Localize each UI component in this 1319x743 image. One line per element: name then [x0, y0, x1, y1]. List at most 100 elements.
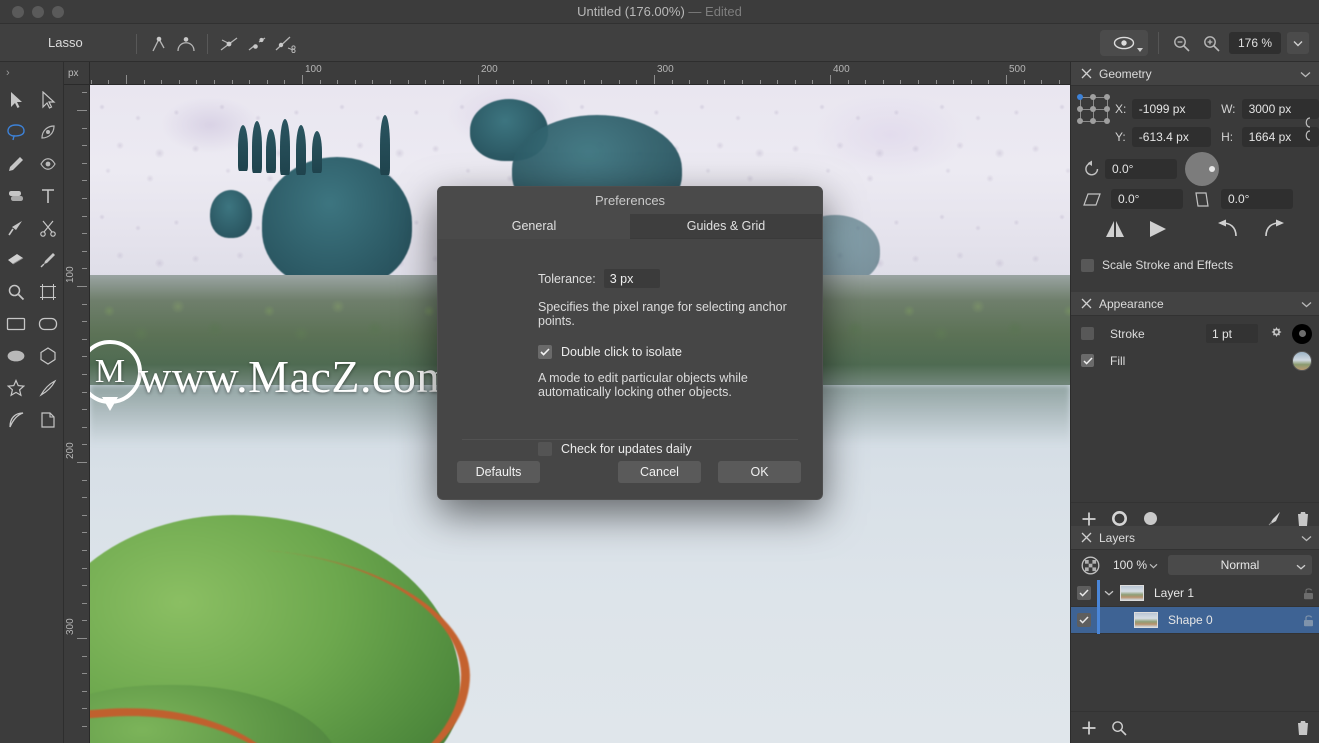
anchor-point-selector[interactable]	[1077, 92, 1111, 126]
horizontal-ruler[interactable]: 100 200 300 400 500	[90, 62, 1070, 85]
stroke-circle-icon[interactable]	[1111, 510, 1128, 527]
layer-visibility-toggle[interactable]	[1071, 613, 1097, 627]
stroke-width-input[interactable]: 1 pt	[1206, 324, 1258, 343]
cut-curve-icon[interactable]	[272, 33, 298, 55]
zoom-tool[interactable]	[0, 276, 32, 308]
pen-tool[interactable]	[32, 116, 64, 148]
ruler-unit-label[interactable]: px	[64, 62, 90, 85]
zoom-in-icon[interactable]	[1199, 31, 1223, 55]
scissors-tool[interactable]	[32, 212, 64, 244]
fill-color-swatch[interactable]	[1292, 350, 1312, 371]
rotate-counterclockwise-icon[interactable]	[1209, 215, 1249, 243]
scale-stroke-checkbox[interactable]	[1081, 258, 1094, 272]
chevron-down-icon[interactable]	[1149, 558, 1158, 572]
eraser-tool[interactable]	[0, 244, 32, 276]
lasso-tool[interactable]	[0, 116, 32, 148]
scale-stroke-row[interactable]: Scale Stroke and Effects	[1071, 252, 1319, 278]
rotation-input[interactable]: 0.0°	[1105, 159, 1177, 179]
layer-visibility-toggle[interactable]	[1071, 586, 1097, 600]
fill-tool[interactable]	[0, 180, 32, 212]
gear-icon[interactable]	[1266, 326, 1286, 341]
color-picker-tool[interactable]	[32, 244, 64, 276]
appearance-panel-header[interactable]: Appearance	[1071, 292, 1319, 316]
pencil-tool[interactable]	[0, 148, 32, 180]
search-icon[interactable]	[1111, 720, 1127, 736]
page-tool[interactable]	[32, 404, 64, 436]
chevron-down-icon[interactable]	[1301, 297, 1312, 311]
shear-y-input[interactable]: 0.0°	[1221, 189, 1293, 209]
rotate-clockwise-icon[interactable]	[1253, 215, 1293, 243]
layers-panel-header[interactable]: Layers	[1071, 526, 1319, 550]
sharp-corner-node-icon[interactable]	[145, 33, 171, 55]
rectangle-tool[interactable]	[0, 308, 32, 340]
trash-icon[interactable]	[1296, 510, 1310, 527]
broom-icon[interactable]	[1265, 510, 1282, 527]
chevron-down-icon[interactable]	[1296, 559, 1306, 573]
flip-vertical-icon[interactable]	[1139, 215, 1179, 243]
close-icon[interactable]	[1079, 297, 1093, 311]
tab-general[interactable]: General	[438, 214, 630, 239]
rounded-rectangle-tool[interactable]	[32, 308, 64, 340]
chevron-down-icon[interactable]	[1300, 67, 1311, 81]
opacity-input[interactable]: 100 %	[1107, 555, 1163, 575]
defaults-button[interactable]: Defaults	[457, 461, 540, 483]
cusp-node-icon[interactable]	[216, 33, 242, 55]
break-curve-icon[interactable]	[244, 33, 270, 55]
star-tool[interactable]	[0, 372, 32, 404]
blend-mode-select[interactable]: Normal	[1168, 555, 1312, 575]
ok-button[interactable]: OK	[718, 461, 801, 483]
opacity-checker-icon[interactable]	[1079, 554, 1101, 576]
cancel-button[interactable]: Cancel	[618, 461, 701, 483]
vertical-ruler[interactable]: 100200300400	[64, 85, 90, 743]
rotation-dial[interactable]	[1185, 152, 1219, 186]
node-tool[interactable]	[32, 84, 64, 116]
polygon-tool[interactable]	[32, 340, 64, 372]
appearance-row-stroke[interactable]: Stroke 1 pt	[1071, 320, 1319, 347]
tolerance-input[interactable]: 3 px	[603, 269, 660, 288]
table-row[interactable]: Shape 0	[1071, 606, 1319, 634]
plus-icon[interactable]	[1081, 511, 1097, 527]
zoom-out-icon[interactable]	[1169, 31, 1193, 55]
eye-icon[interactable]	[1100, 30, 1148, 56]
chevron-down-icon[interactable]	[1100, 590, 1118, 596]
ellipse-tool[interactable]	[0, 340, 32, 372]
isolate-row[interactable]: Double click to isolate	[438, 344, 822, 359]
ruler-minor-tick	[82, 567, 87, 569]
updates-checkbox[interactable]	[538, 441, 552, 456]
text-tool[interactable]	[32, 180, 64, 212]
chevron-down-icon[interactable]	[1301, 531, 1312, 545]
panel-handle-icon[interactable]: ›	[6, 67, 10, 79]
stroke-checkbox[interactable]	[1081, 327, 1094, 340]
comet-tool[interactable]	[32, 372, 64, 404]
geometry-panel-header[interactable]: Geometry	[1071, 62, 1319, 86]
dialog-tabs: General Guides & Grid	[438, 214, 822, 239]
smooth-curve-node-icon[interactable]	[173, 33, 199, 55]
trash-icon[interactable]	[1296, 719, 1310, 736]
updates-row[interactable]: Check for updates daily	[438, 441, 822, 456]
move-tool[interactable]	[0, 84, 32, 116]
x-input[interactable]: -1099 px	[1131, 99, 1212, 119]
ruler-minor-tick	[82, 479, 87, 481]
unlocked-icon[interactable]	[1296, 587, 1319, 600]
chevron-down-icon[interactable]	[1287, 32, 1309, 54]
fill-circle-icon[interactable]	[1142, 510, 1159, 527]
unlocked-icon[interactable]	[1296, 614, 1319, 627]
close-icon[interactable]	[1079, 67, 1093, 81]
knife-tool[interactable]	[0, 212, 32, 244]
plus-icon[interactable]	[1081, 720, 1097, 736]
crop-tool[interactable]	[32, 276, 64, 308]
close-icon[interactable]	[1079, 531, 1093, 545]
tab-guides-grid[interactable]: Guides & Grid	[630, 214, 822, 239]
fill-checkbox[interactable]	[1081, 354, 1094, 367]
flip-horizontal-icon[interactable]	[1095, 215, 1135, 243]
crescent-tool[interactable]	[0, 404, 32, 436]
stroke-color-swatch[interactable]	[1292, 323, 1312, 344]
appearance-row-fill[interactable]: Fill	[1071, 347, 1319, 374]
isolate-checkbox[interactable]	[538, 344, 552, 359]
vector-brush-tool[interactable]	[32, 148, 64, 180]
zoom-level-input[interactable]: 176 %	[1229, 32, 1281, 54]
link-aspect-ratio-icon[interactable]	[1303, 116, 1313, 145]
table-row[interactable]: Layer 1	[1071, 579, 1319, 607]
shear-x-input[interactable]: 0.0°	[1111, 189, 1183, 209]
y-input[interactable]: -613.4 px	[1131, 127, 1212, 147]
